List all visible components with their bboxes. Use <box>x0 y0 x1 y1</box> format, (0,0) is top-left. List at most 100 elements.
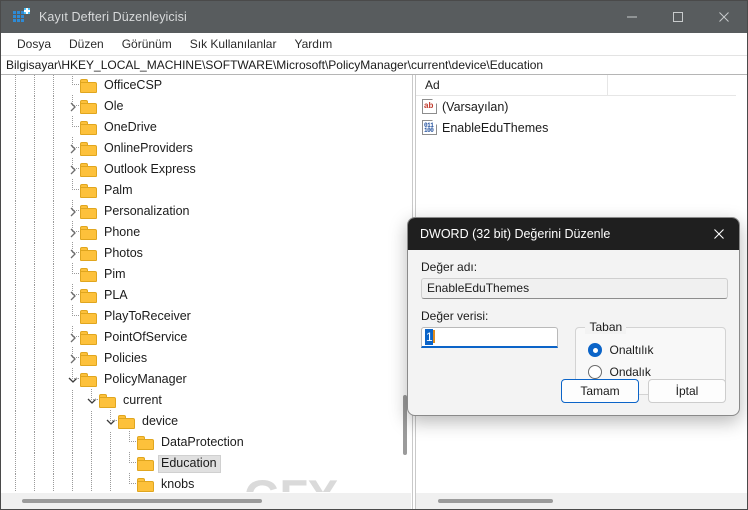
value-data-input[interactable]: 1 <box>421 327 558 348</box>
radio-hexadecimal[interactable]: Onaltılık <box>588 339 725 361</box>
column-header-name[interactable]: Ad <box>416 75 608 96</box>
ok-button[interactable]: Tamam <box>561 379 639 403</box>
address-bar[interactable]: Bilgisayar\HKEY_LOCAL_MACHINE\SOFTWARE\M… <box>1 55 747 75</box>
tree-item-label: Ole <box>104 98 124 113</box>
menu-item-sik-kullanilanlar[interactable]: Sık Kullanılanlar <box>181 35 286 53</box>
tree-guide-line <box>34 222 35 243</box>
values-list[interactable]: ab (Varsayılan) 011 100 EnableEduThemes <box>416 96 747 138</box>
folder-icon <box>80 309 97 324</box>
tree-item-dataprotection[interactable]: DataProtection <box>1 431 400 453</box>
tree-item-knobs[interactable]: knobs <box>1 473 400 492</box>
tree-item-label: PlayToReceiver <box>104 308 191 323</box>
tree-guide-line <box>34 201 35 222</box>
tree-guide-line <box>15 453 16 474</box>
radio-hexadecimal-icon[interactable] <box>588 343 603 357</box>
tree-guide-line <box>15 285 16 306</box>
radio-decimal-label: Ondalık <box>609 365 651 379</box>
tree-item-label: Photos <box>104 245 143 260</box>
tree-item-device[interactable]: device <box>1 410 400 432</box>
tree-guide-line <box>34 75 35 96</box>
registry-tree[interactable]: OfficeCSP Ole OneDrive OnlineProviders Outlo… <box>1 75 400 492</box>
tree-item-outlook-express[interactable]: Outlook Express <box>1 158 400 180</box>
dialog-title: DWORD (32 bit) Değerini Düzenle <box>420 227 611 241</box>
menu-item-duzen[interactable]: Düzen <box>60 35 113 53</box>
tree-guide-line <box>34 369 35 390</box>
tree-guide-line <box>53 432 54 453</box>
tree-item-ole[interactable]: Ole <box>1 95 400 117</box>
tree-guide-line <box>34 453 35 474</box>
folder-icon <box>80 99 97 114</box>
tree-guide-line <box>34 117 35 138</box>
dword-value-icon: 011 100 <box>422 120 437 135</box>
tree-guide-line <box>34 243 35 264</box>
value-name: (Varsayılan) <box>442 99 509 114</box>
tree-item-label: DataProtection <box>161 434 244 449</box>
tree-guide-line <box>72 453 73 474</box>
value-row[interactable]: ab (Varsayılan) <box>416 96 747 117</box>
tree-item-label: Personalization <box>104 203 190 218</box>
tree-item-policies[interactable]: Policies <box>1 347 400 369</box>
radio-hexadecimal-label: Onaltılık <box>609 343 654 357</box>
tree-item-label: PolicyManager <box>104 371 187 386</box>
dialog-body: Değer adı: EnableEduThemes Değer verisi:… <box>408 250 739 415</box>
folder-icon <box>80 351 97 366</box>
tree-guide-line <box>15 138 16 159</box>
tree-guide-line <box>15 411 16 432</box>
tree-guide-line <box>34 474 35 492</box>
menubar: Dosya Düzen Görünüm Sık Kullanılanlar Ya… <box>1 33 747 55</box>
tree-horizontal-scrollbar[interactable] <box>1 492 411 509</box>
tree-guide-line <box>15 432 16 453</box>
tree-item-label: Outlook Express <box>104 161 196 176</box>
radio-decimal-icon[interactable] <box>588 365 603 379</box>
menu-item-yardim[interactable]: Yardım <box>285 35 341 53</box>
tree-item-education[interactable]: Education <box>1 452 400 474</box>
tree-guide-line <box>34 390 35 411</box>
value-row[interactable]: 011 100 EnableEduThemes <box>416 117 747 138</box>
tree-item-personalization[interactable]: Personalization <box>1 200 400 222</box>
registry-editor-window: Kayıt Defteri Düzenleyicisi Dosya Düzen … <box>0 0 748 510</box>
menu-item-dosya[interactable]: Dosya <box>8 35 60 53</box>
minimize-button[interactable] <box>609 1 655 33</box>
tree-guide-line <box>53 390 54 411</box>
maximize-button[interactable] <box>655 1 701 33</box>
tree-guide-line <box>53 348 54 369</box>
tree-item-phone[interactable]: Phone <box>1 221 400 243</box>
tree-guide-line <box>34 348 35 369</box>
tree-guide-line <box>72 390 73 411</box>
tree-item-pointofservice[interactable]: PointOfService <box>1 326 400 348</box>
tree-item-officecsp[interactable]: OfficeCSP <box>1 75 400 96</box>
tree-item-current[interactable]: current <box>1 389 400 411</box>
tree-guide-line <box>15 159 16 180</box>
menu-item-gorunum[interactable]: Görünüm <box>113 35 181 53</box>
tree-guide-line <box>15 327 16 348</box>
tree-item-policymanager[interactable]: PolicyManager <box>1 368 400 390</box>
values-horizontal-scrollbar[interactable] <box>416 492 747 509</box>
tree-guide-line <box>72 432 73 453</box>
tree-item-label: device <box>142 413 179 428</box>
tree-guide-line <box>34 285 35 306</box>
folder-icon <box>80 330 97 345</box>
close-button[interactable] <box>701 1 747 33</box>
tree-item-label: Palm <box>104 182 133 197</box>
window-title: Kayıt Defteri Düzenleyicisi <box>39 10 187 24</box>
tree-item-palm[interactable]: Palm <box>1 179 400 201</box>
folder-icon <box>80 204 97 219</box>
tree-guide-line <box>34 159 35 180</box>
tree-item-pla[interactable]: PLA <box>1 284 400 306</box>
value-name-input[interactable]: EnableEduThemes <box>421 278 728 299</box>
tree-item-playtoreceiver[interactable]: PlayToReceiver <box>1 305 400 327</box>
tree-item-photos[interactable]: Photos <box>1 242 400 264</box>
tree-item-pim[interactable]: Pim <box>1 263 400 285</box>
tree-item-onedrive[interactable]: OneDrive <box>1 116 400 138</box>
values-horizontal-scrollbar-thumb[interactable] <box>438 499 553 503</box>
tree-guide-line <box>34 432 35 453</box>
cancel-button[interactable]: İptal <box>648 379 726 403</box>
tree-horizontal-scrollbar-thumb[interactable] <box>22 499 262 503</box>
tree-guide-line <box>53 243 54 264</box>
tree-guide-line <box>15 243 16 264</box>
tree-item-label: OneDrive <box>104 119 157 134</box>
tree-item-label: Phone <box>104 224 141 239</box>
tree-item-onlineproviders[interactable]: OnlineProviders <box>1 137 400 159</box>
folder-icon <box>80 183 97 198</box>
dialog-close-icon[interactable] <box>699 218 739 250</box>
